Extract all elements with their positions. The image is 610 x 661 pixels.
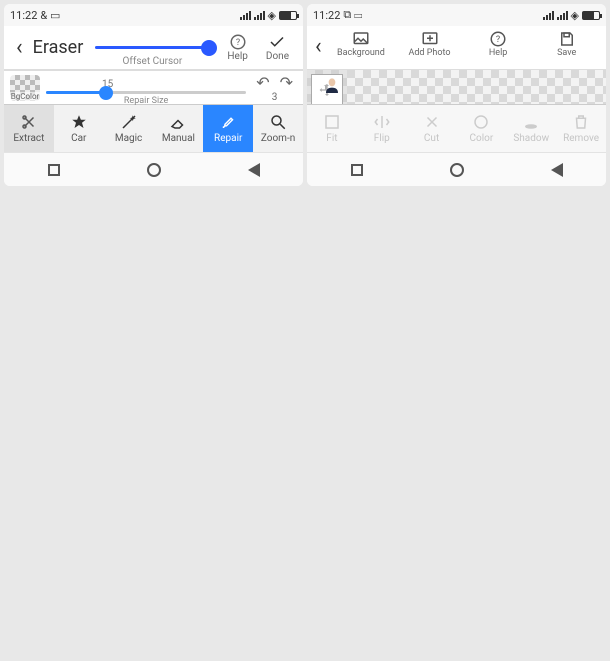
tab-manual[interactable]: Manual [153, 105, 203, 152]
transparency-checker [307, 70, 606, 104]
offset-cursor-label: Offset Cursor [89, 56, 215, 67]
back-icon[interactable]: ‹ [313, 28, 326, 59]
right-phone-screen: 11:22 ⧉ ▭ ◈ ‹ Background Add Photo ? [307, 4, 606, 186]
signal-icon-2 [254, 11, 265, 20]
back-key[interactable] [248, 163, 260, 177]
back-icon[interactable]: ‹ [12, 37, 27, 59]
repair-size-slider[interactable]: 15 Repair Size [46, 81, 246, 94]
wifi-icon: ◈ [571, 9, 579, 22]
android-nav [4, 152, 303, 186]
layer-thumbnails [307, 70, 347, 104]
recents-key[interactable] [351, 164, 363, 176]
tab-color[interactable]: Color [456, 105, 506, 152]
status-bar: 11:22 ⧉ ▭ ◈ [307, 4, 606, 26]
flip-icon [373, 113, 391, 131]
status-extra: ⧉ ▭ [343, 8, 362, 22]
eraser-icon [169, 113, 187, 131]
status-time: 11:22 [313, 9, 340, 22]
help-button[interactable]: ? Help [465, 28, 532, 58]
back-key[interactable] [551, 163, 563, 177]
compose-toolbar: ‹ Background Add Photo ? Help Save [307, 26, 606, 70]
save-button[interactable]: Save [533, 28, 600, 58]
svg-text:?: ? [496, 35, 500, 45]
tab-extract[interactable]: Extract [4, 105, 54, 152]
repair-controls: BgColor 15 Repair Size ↶ ↷ 3 [4, 70, 303, 104]
status-bar: 11:22 & ▭ ◈ [4, 4, 303, 26]
tab-fit[interactable]: Fit [307, 105, 357, 152]
layer-person-thumb[interactable] [311, 74, 343, 104]
help-icon: ? [489, 30, 507, 48]
home-key[interactable] [147, 163, 161, 177]
star-icon [70, 113, 88, 131]
compose-tool-tabs: Fit Flip Cut Color Shadow Remove [307, 104, 606, 152]
check-icon [268, 33, 286, 51]
undo-count: 3 [272, 92, 278, 103]
add-photo-button[interactable]: Add Photo [396, 28, 463, 58]
battery-icon [582, 11, 600, 20]
cut-icon [423, 113, 441, 131]
wifi-icon: ◈ [268, 9, 276, 22]
tab-zoom[interactable]: Zoom-n [253, 105, 303, 152]
tab-shadow[interactable]: Shadow [506, 105, 556, 152]
bgcolor-button[interactable]: BgColor [10, 75, 40, 101]
signal-icon [240, 11, 251, 20]
save-icon [558, 30, 576, 48]
image-icon [352, 30, 370, 48]
color-icon [472, 113, 490, 131]
left-phone-screen: 11:22 & ▭ ◈ ‹ Eraser Offset Cursor ? He [4, 4, 303, 186]
fit-icon [323, 113, 341, 131]
tab-cut[interactable]: Cut [407, 105, 457, 152]
tool-tabs: Extract Car Magic Manual Repair Zoom-n [4, 104, 303, 152]
tab-repair[interactable]: Repair [203, 105, 253, 152]
done-button[interactable]: Done [260, 33, 295, 62]
help-button[interactable]: ? Help [221, 33, 253, 62]
android-nav [307, 152, 606, 186]
home-key[interactable] [450, 163, 464, 177]
tab-car[interactable]: Car [54, 105, 104, 152]
status-time: 11:22 [10, 9, 37, 22]
tab-remove[interactable]: Remove [556, 105, 606, 152]
signal-icon-2 [557, 11, 568, 20]
status-extra: & ▭ [40, 9, 60, 22]
tab-magic[interactable]: Magic [104, 105, 154, 152]
mini-person-icon [324, 77, 340, 93]
magnifier-icon [269, 113, 287, 131]
help-icon: ? [229, 33, 247, 51]
redo-button[interactable]: ↷ [280, 73, 293, 92]
tab-flip[interactable]: Flip [357, 105, 407, 152]
offset-cursor-slider[interactable]: Offset Cursor [89, 46, 215, 49]
signal-icon [543, 11, 554, 20]
compose-canvas[interactable] [307, 70, 606, 104]
trash-icon [572, 113, 590, 131]
wand-icon [120, 113, 138, 131]
screen-title: Eraser [33, 37, 84, 58]
undo-button[interactable]: ↶ [256, 73, 269, 92]
scissors-icon [20, 113, 38, 131]
brush-icon [219, 113, 237, 131]
repair-size-label: Repair Size [46, 96, 246, 106]
shadow-icon [522, 113, 540, 131]
battery-icon [279, 11, 297, 20]
eraser-toolbar: ‹ Eraser Offset Cursor ? Help Done [4, 26, 303, 70]
background-button[interactable]: Background [328, 28, 395, 58]
svg-text:?: ? [236, 38, 240, 48]
add-image-icon [421, 30, 439, 48]
recents-key[interactable] [48, 164, 60, 176]
